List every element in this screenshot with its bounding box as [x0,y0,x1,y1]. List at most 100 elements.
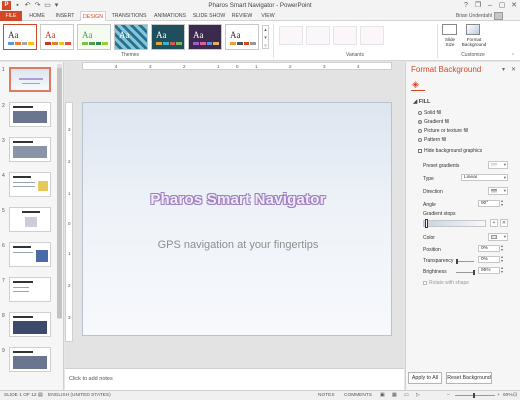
avatar[interactable] [494,12,503,20]
brightness-input[interactable]: 95% [478,267,500,274]
variant-1[interactable] [279,26,303,45]
zoom-slider-thumb[interactable] [473,393,475,398]
slide-canvas[interactable]: Pharos Smart Navigator GPS navigation at… [82,102,392,336]
thumbnails-scrollbar[interactable] [57,64,62,319]
theme-1[interactable]: Aa [40,24,74,50]
format-background-button[interactable]: Format Background [458,37,490,47]
scrollbar-thumb[interactable] [57,68,62,318]
gradient-fill-radio[interactable]: Gradient fill [418,119,449,125]
theme-4[interactable]: Aa [151,24,185,50]
pane-options-icon[interactable]: ▾ [502,66,505,73]
save-icon[interactable]: ▪ [13,1,22,10]
tab-transitions[interactable]: TRANSITIONS [110,11,148,21]
position-input[interactable]: 0% [478,245,500,252]
variant-4[interactable] [360,26,384,45]
solid-fill-radio[interactable]: Solid fill [418,110,441,116]
theme-glyph: Aa [119,30,130,40]
redo-icon[interactable]: ↷ [33,1,42,10]
reset-background-button[interactable]: Reset Background [446,372,492,384]
theme-2[interactable]: Aa [77,24,111,50]
tab-animations[interactable]: ANIMATIONS [151,11,189,21]
user-name[interactable]: Brian Underdahl [432,11,492,21]
slide-thumbnail-2[interactable] [9,102,51,127]
format-background-icon[interactable] [466,24,480,35]
variant-3[interactable] [333,26,357,45]
slide-thumbnail-1[interactable] [9,67,51,92]
slide-thumbnail-6[interactable] [9,242,51,267]
notes-button[interactable]: NOTES [318,393,335,398]
slide-thumbnail-3[interactable] [9,137,51,162]
maximize-button[interactable]: ▢ [496,0,508,11]
zoom-level[interactable]: 60% [503,393,513,398]
theme-office[interactable]: Aa [3,24,37,50]
type-dropdown[interactable]: Linear [461,174,508,181]
brightness-slider[interactable] [456,270,475,275]
spelling-icon[interactable]: ▤ [38,393,43,398]
slide-thumbnail-9[interactable] [9,347,51,372]
gradient-stops-bar[interactable] [423,220,486,227]
help-icon[interactable]: ? [460,0,472,11]
tab-insert[interactable]: INSERT [52,11,78,21]
collapse-ribbon-icon[interactable]: ⌃ [511,53,515,59]
thumb-number: 6 [2,243,5,249]
slide-thumbnail-4[interactable] [9,172,51,197]
language-status[interactable]: ENGLISH (UNITED STATES) [48,393,111,398]
tab-view[interactable]: VIEW [258,11,278,21]
theme-5[interactable]: Aa [188,24,222,50]
apply-to-all-button[interactable]: Apply to All [408,372,442,384]
transparency-input[interactable]: 0% [478,256,500,263]
tab-review[interactable]: REVIEW [229,11,255,21]
tab-home[interactable]: HOME [26,11,48,21]
slide-thumbnail-7[interactable] [9,277,51,302]
angle-input[interactable]: 90° [478,200,500,207]
zoom-out-icon[interactable]: – [447,393,450,398]
direction-dropdown[interactable]: ▾ [488,187,508,195]
rotate-with-shape-checkbox[interactable]: Rotate with shape [423,280,469,286]
add-gradient-stop-icon[interactable]: + [490,219,498,227]
picture-fill-radio[interactable]: Picture or texture fill [418,128,468,134]
preset-gradients-dropdown[interactable]: ▾ [488,161,508,169]
slide-sorter-icon[interactable]: ▦ [392,393,397,398]
theme-3[interactable]: Aa [114,24,148,50]
fit-to-window-icon[interactable]: ⊡ [513,393,517,398]
paint-bucket-icon[interactable]: ◈ [412,79,424,89]
normal-view-icon[interactable]: ▣ [380,393,385,398]
tab-slide-show[interactable]: SLIDE SHOW [192,11,226,21]
customize-qat-icon[interactable]: ▾ [52,1,61,10]
angle-spinner[interactable]: ▴ ▾ [501,199,503,207]
fill-section-toggle[interactable]: ◢ FILL [413,99,430,105]
close-icon[interactable]: ✕ [511,66,516,73]
pattern-fill-radio[interactable]: Pattern fill [418,137,446,143]
undo-icon[interactable]: ↶ [23,1,32,10]
remove-gradient-stop-icon[interactable]: ✕ [500,219,508,227]
start-slideshow-icon[interactable]: ▭ [43,1,52,10]
minimize-button[interactable]: – [484,0,496,11]
notes-pane[interactable]: Click to add notes [65,368,404,390]
slide-subtitle[interactable]: GPS navigation at your fingertips [83,239,393,251]
zoom-slider[interactable] [455,393,495,398]
theme-glyph: Aa [193,30,204,40]
slide-show-icon[interactable]: ▷ [416,393,420,398]
slide-size-icon[interactable] [442,24,457,35]
ruler-label: 3 [149,64,152,69]
color-picker-button[interactable]: ▾ [488,233,508,241]
theme-6[interactable]: Aa [225,24,259,50]
position-spinner[interactable]: ▴ ▾ [501,244,503,252]
zoom-in-icon[interactable]: + [497,393,500,398]
brightness-spinner[interactable]: ▴ ▾ [501,266,503,274]
close-button[interactable]: ✕ [508,0,520,11]
comments-button[interactable]: COMMENTS [344,393,372,398]
ribbon-display-options-icon[interactable]: ❐ [472,0,484,11]
variant-2[interactable] [306,26,330,45]
themes-group-label: Themes [120,52,140,58]
reading-view-icon[interactable]: ▭ [404,393,409,398]
gradient-stop-1[interactable] [425,219,428,228]
hide-background-graphics-checkbox[interactable]: Hide background graphics [418,148,482,154]
themes-more-icon[interactable]: ▴ ▾ ▿ [262,25,269,49]
tab-file[interactable]: FILE [0,11,22,21]
slide-title[interactable]: Pharos Smart Navigator [83,191,393,208]
slide-thumbnail-8[interactable] [9,312,51,337]
slide-thumbnail-5[interactable] [9,207,51,232]
transparency-spinner[interactable]: ▴ ▾ [501,255,503,263]
transparency-slider[interactable] [456,259,474,264]
